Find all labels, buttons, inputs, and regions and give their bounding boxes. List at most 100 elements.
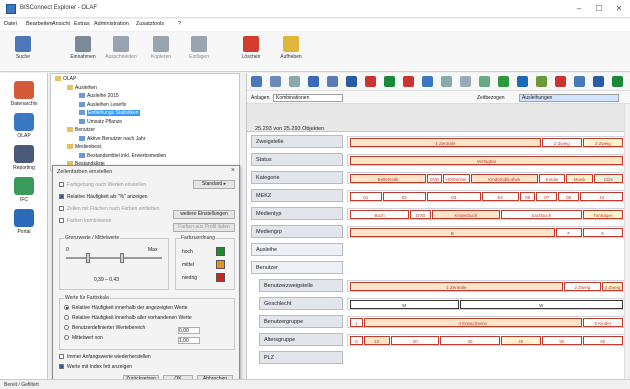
einfügen-button[interactable]: Einfügen — [180, 36, 218, 70]
checkbox-icon[interactable] — [59, 364, 64, 370]
checkbox-icon[interactable] — [59, 194, 64, 200]
dimension-row-label[interactable]: Medientyp — [251, 207, 343, 220]
tree-node[interactable]: Bestandsmittel inkl. Erwerbsmedien — [79, 153, 166, 159]
tree-node[interactable]: OLAP — [55, 76, 76, 82]
dimension-member-cell[interactable]: Tonträger — [582, 210, 623, 219]
color-swatch[interactable] — [216, 260, 225, 269]
dimension-member-cell[interactable]: 30 — [440, 336, 500, 345]
grid-tool-icon[interactable] — [308, 76, 319, 87]
grid-tool-icon[interactable] — [612, 76, 623, 87]
filter-combo[interactable]: Kombinationen — [273, 94, 343, 102]
max-value-input[interactable]: 1,00 — [178, 337, 200, 344]
dimension-member-cell[interactable]: Musik — [566, 174, 593, 183]
filter-option[interactable]: Benutzerdefinierter Wertebereich — [64, 325, 145, 331]
sidebar-item-portal[interactable]: Portal — [2, 209, 46, 235]
grid-tool-icon[interactable] — [593, 76, 604, 87]
menu-item-1[interactable]: Bearbeiten — [26, 21, 53, 27]
suche-button[interactable]: Suche — [4, 36, 42, 70]
grid-tool-icon[interactable] — [346, 76, 357, 87]
dimension-member-cell[interactable]: 60 — [582, 336, 623, 345]
more-settings-button[interactable]: weitere Einstellungen — [173, 210, 235, 219]
grid-tool-icon[interactable] — [517, 76, 528, 87]
dialog-option[interactable]: Relative Häufigkeit als "%" anzeigen — [59, 194, 148, 200]
dimension-member-cell[interactable]: W — [459, 300, 623, 309]
close-button[interactable]: ✕ — [612, 3, 626, 15]
dimension-member-cell[interactable]: Kinder — [539, 174, 566, 183]
dimension-row-label[interactable]: PLZ — [259, 351, 343, 364]
dimension-row-label[interactable]: Mediengrp — [251, 225, 343, 238]
grid-tool-icon[interactable] — [251, 76, 262, 87]
dimension-member-cell[interactable]: M — [350, 300, 459, 309]
menu-item-3[interactable]: Extras — [74, 21, 90, 27]
grid-tool-icon[interactable] — [555, 76, 566, 87]
grid-tool-icon[interactable] — [289, 76, 300, 87]
dimension-row-label[interactable]: Geschlecht — [259, 297, 343, 310]
dimension-member-cell[interactable]: 4 Erwachsene — [363, 318, 582, 327]
menu-item-0[interactable]: Datei — [4, 21, 17, 27]
minimize-button[interactable]: – — [572, 3, 586, 15]
radio-icon[interactable] — [64, 315, 69, 321]
dimension-row-label[interactable]: Benutzer — [251, 261, 343, 274]
dimension-member-cell[interactable]: 01 — [350, 192, 382, 201]
dimension-member-cell[interactable]: Buch — [350, 210, 410, 219]
dimension-member-cell[interactable]: 05 — [519, 192, 536, 201]
dimension-member-cell[interactable]: 3 Zweig — [582, 138, 623, 147]
sidebar-item-reporting[interactable]: Reporting — [2, 145, 46, 171]
dimension-member-cell[interactable]: 10 — [580, 192, 623, 201]
radio-icon[interactable] — [64, 325, 69, 331]
menu-item-2[interactable]: Ansicht — [52, 21, 70, 27]
tree-node[interactable]: Entleihungs Statistiken — [79, 110, 140, 116]
grid-tool-icon[interactable] — [460, 76, 471, 87]
dimension-member-cell[interactable]: 07 — [536, 192, 558, 201]
checkbox-icon[interactable] — [59, 354, 64, 360]
dimension-member-cell[interactable]: 0 — [350, 336, 363, 345]
radio-icon[interactable] — [64, 305, 69, 311]
tree-node[interactable]: Benutzer — [67, 127, 95, 133]
dimension-member-cell[interactable]: 10 — [363, 336, 391, 345]
dimension-member-cell[interactable]: 3 Zweig — [602, 282, 623, 291]
dimension-row-label[interactable]: Altersgruppe — [259, 333, 343, 346]
dimension-member-cell[interactable]: 2 Zweig — [563, 282, 602, 291]
tree-node[interactable]: Aktive Benutzer nach Jahr — [79, 136, 145, 142]
dimension-member-cell[interactable]: DVD — [426, 174, 443, 183]
dimension-row-label[interactable]: Benutzerzweigstelle — [259, 279, 343, 292]
color-swatch[interactable] — [216, 273, 225, 282]
dimension-row-label[interactable]: Kategorie — [251, 171, 343, 184]
tree-node[interactable]: Ausleihen — [67, 85, 97, 91]
filter-option[interactable]: Relative Häufigkeit innerhalb aller vorh… — [64, 315, 192, 321]
einnahmen-button[interactable]: Einnahmen — [64, 36, 102, 70]
dimension-member-cell[interactable]: 1 Zentrale — [350, 282, 563, 291]
standard-button[interactable]: Standard ▸ — [193, 180, 235, 189]
dimension-member-cell[interactable]: Sachbuch — [500, 210, 582, 219]
range-slider-thumb-low[interactable] — [86, 253, 90, 263]
tree-node[interactable]: Umsatz Pflanze — [79, 119, 122, 125]
menu-item-4[interactable]: Administration — [94, 21, 129, 27]
filter-option[interactable]: Relative Häufigkeit innerhalb der angeze… — [64, 305, 188, 311]
dialog-option[interactable]: Farben kombinieren — [59, 218, 111, 224]
grid-tool-icon[interactable] — [403, 76, 414, 87]
löschen-button[interactable]: Löschen — [232, 36, 270, 70]
grid-tool-icon[interactable] — [479, 76, 490, 87]
dimension-member-cell[interactable]: B — [350, 228, 555, 237]
grid-tool-icon[interactable] — [365, 76, 376, 87]
dimension-member-cell[interactable]: Verfügbar — [350, 156, 623, 165]
range-slider-thumb-high[interactable] — [120, 253, 124, 263]
radio-icon[interactable] — [64, 335, 69, 341]
dimension-member-cell[interactable]: 2 Zweig — [541, 138, 582, 147]
dimension-member-cell[interactable]: Kinderbibliothek — [470, 174, 539, 183]
checkbox-icon[interactable] — [59, 206, 64, 212]
menu-item-5[interactable]: Zusatztools — [136, 21, 164, 27]
dimension-member-cell[interactable]: Hörbücher — [443, 174, 470, 183]
checkbox-icon[interactable] — [59, 182, 64, 188]
tree-node[interactable]: Ausleihe 2015 — [79, 93, 119, 99]
filter-option[interactable]: Mittelwert von — [64, 335, 103, 341]
dimension-row-label[interactable]: Benutzergruppe — [259, 315, 343, 328]
dimension-member-cell[interactable]: DVD — [410, 210, 432, 219]
dialog-option[interactable]: Farbgebung nach Werten einstellen — [59, 182, 146, 188]
tree-node[interactable]: Medienbest. — [67, 144, 102, 150]
maximize-button[interactable]: ☐ — [592, 3, 606, 15]
dimension-row-label[interactable]: Status — [251, 153, 343, 166]
load-colors-button[interactable]: Farben aus Profil laden — [173, 223, 235, 232]
range-slider-track[interactable] — [66, 257, 162, 259]
dimension-member-cell[interactable]: 5 Kinder — [582, 318, 623, 327]
